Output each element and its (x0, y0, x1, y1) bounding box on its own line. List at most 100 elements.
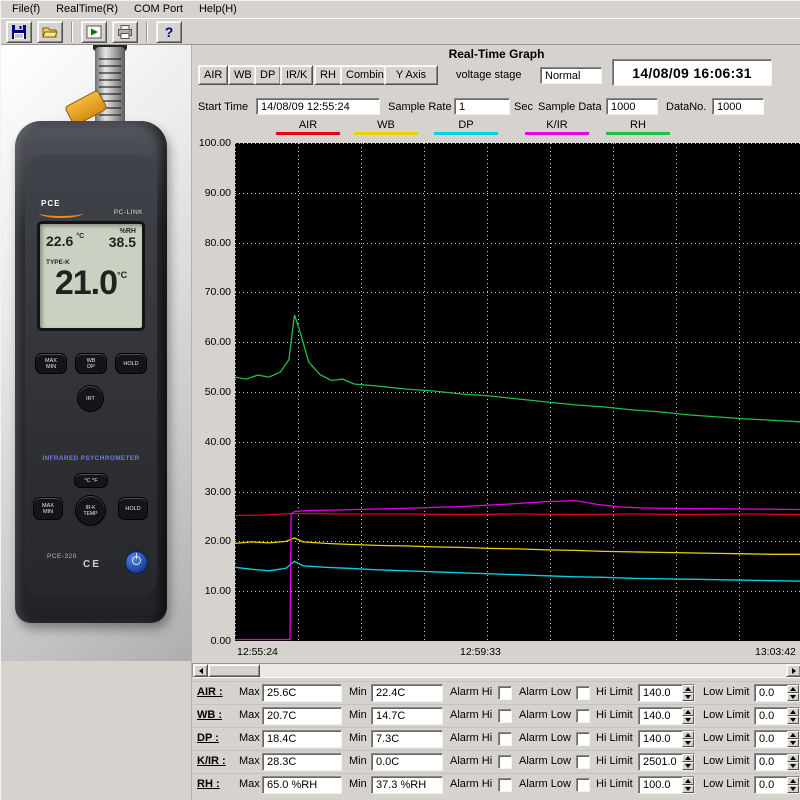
low-limit-field[interactable]: 0.0 (754, 730, 800, 748)
device-body: PCE PC-LINK 22.6 °C %RH38.5 TYPE-K 21.0°… (15, 121, 167, 623)
x-tick-middle: 12:59:33 (460, 646, 501, 658)
low-limit-field[interactable]: 0.0 (754, 753, 800, 771)
alarm-hi-label: Alarm Hi (450, 755, 492, 767)
alarm-hi-indicator[interactable] (498, 709, 512, 723)
horizontal-scrollbar[interactable] (192, 663, 800, 678)
probe-vents (99, 57, 121, 123)
alarm-hi-indicator[interactable] (498, 686, 512, 700)
channel-button-air[interactable]: AIR (198, 65, 228, 85)
hi-limit-field[interactable]: 140.0 (638, 730, 695, 748)
spin-up-icon[interactable] (787, 754, 799, 762)
scrollbar-thumb[interactable] (208, 664, 260, 677)
hi-limit-label: Hi Limit (596, 732, 633, 744)
humidity-probe (95, 47, 125, 131)
spin-down-icon[interactable] (682, 716, 694, 724)
spin-down-icon[interactable] (682, 693, 694, 701)
spin-down-icon[interactable] (682, 739, 694, 747)
spinner[interactable] (682, 685, 694, 701)
legend-air: AIR (276, 119, 340, 135)
alarm-low-indicator[interactable] (576, 686, 590, 700)
alarm-hi-indicator[interactable] (498, 755, 512, 769)
alarm-low-indicator[interactable] (576, 732, 590, 746)
spin-down-icon[interactable] (682, 785, 694, 793)
voltage-stage-field[interactable]: Normal (540, 67, 602, 84)
max-label: Max (239, 755, 260, 767)
spinner[interactable] (682, 708, 694, 724)
min-label: Min (349, 778, 367, 790)
y-tick: 70.00 (205, 286, 231, 298)
x-tick-start: 12:55:24 (237, 646, 278, 658)
channel-button-dp[interactable]: DP (254, 65, 281, 85)
spinner[interactable] (787, 777, 799, 793)
spin-up-icon[interactable] (682, 708, 694, 716)
save-icon (11, 24, 27, 40)
spin-up-icon[interactable] (787, 685, 799, 693)
spin-down-icon[interactable] (787, 716, 799, 724)
spin-down-icon[interactable] (787, 762, 799, 770)
arrow-right-icon (792, 668, 796, 674)
low-limit-field[interactable]: 0.0 (754, 707, 800, 725)
spin-up-icon[interactable] (787, 708, 799, 716)
low-limit-field[interactable]: 0.0 (754, 684, 800, 702)
spinner[interactable] (787, 685, 799, 701)
menu-realtime[interactable]: RealTime(R) (48, 2, 126, 17)
spin-down-icon[interactable] (682, 762, 694, 770)
sample-rate-field[interactable]: 1 (454, 98, 510, 115)
scroll-left-button[interactable] (193, 664, 208, 677)
y-tick: 90.00 (205, 187, 231, 199)
alarm-hi-indicator[interactable] (498, 778, 512, 792)
y-tick: 50.00 (205, 386, 231, 398)
hi-limit-field[interactable]: 140.0 (638, 684, 695, 702)
hi-limit-field[interactable]: 140.0 (638, 707, 695, 725)
spin-down-icon[interactable] (787, 693, 799, 701)
device-lcd: 22.6 °C %RH38.5 TYPE-K 21.0°C (37, 221, 145, 331)
realtime-start-button[interactable] (81, 21, 107, 43)
low-limit-field[interactable]: 0.0 (754, 776, 800, 794)
print-button[interactable] (112, 21, 138, 43)
spin-up-icon[interactable] (787, 731, 799, 739)
legend-rh: RH (606, 119, 670, 135)
save-button[interactable] (6, 21, 32, 43)
channel-button-irk[interactable]: IR/K (280, 65, 313, 85)
min-label: Min (349, 686, 367, 698)
menu-file[interactable]: File(f) (4, 2, 48, 17)
channel-label: DP : (197, 732, 219, 744)
spinner[interactable] (787, 754, 799, 770)
spin-down-icon[interactable] (787, 739, 799, 747)
y-axis-button[interactable]: Y Axis (384, 65, 438, 85)
hi-limit-field[interactable]: 100.0 (638, 776, 695, 794)
spin-down-icon[interactable] (787, 785, 799, 793)
spinner[interactable] (787, 731, 799, 747)
scroll-right-button[interactable] (786, 664, 800, 677)
spin-up-icon[interactable] (787, 777, 799, 785)
spin-up-icon[interactable] (682, 731, 694, 739)
spin-up-icon[interactable] (682, 754, 694, 762)
alarm-hi-label: Alarm Hi (450, 709, 492, 721)
open-button[interactable] (37, 21, 63, 43)
open-folder-icon (42, 24, 58, 40)
spinner[interactable] (682, 731, 694, 747)
spin-up-icon[interactable] (682, 777, 694, 785)
menu-help[interactable]: Help(H) (191, 2, 245, 17)
menu-bar: File(f) RealTime(R) COM Port Help(H) (1, 1, 800, 18)
min-label: Min (349, 755, 367, 767)
spin-up-icon[interactable] (682, 685, 694, 693)
spinner[interactable] (787, 708, 799, 724)
help-button[interactable]: ? (156, 21, 182, 43)
hi-limit-field[interactable]: 2501.0 (638, 753, 695, 771)
spinner[interactable] (682, 754, 694, 770)
alarm-low-indicator[interactable] (576, 778, 590, 792)
alarm-hi-indicator[interactable] (498, 732, 512, 746)
hi-limit-label: Hi Limit (596, 709, 633, 721)
y-axis-labels: 100.00 90.00 80.00 70.00 60.00 50.00 40.… (192, 137, 231, 647)
alarm-low-indicator[interactable] (576, 755, 590, 769)
channel-button-rh[interactable]: RH (314, 65, 342, 85)
menu-com-port[interactable]: COM Port (126, 2, 191, 17)
spinner[interactable] (682, 777, 694, 793)
max-label: Max (239, 709, 260, 721)
alarm-low-indicator[interactable] (576, 709, 590, 723)
alarm-low-label: Alarm Low (519, 755, 571, 767)
toolbar-separator (71, 22, 73, 42)
pce-logo-text: PCE (41, 199, 60, 208)
device-hold-button: HOLD (115, 353, 147, 374)
